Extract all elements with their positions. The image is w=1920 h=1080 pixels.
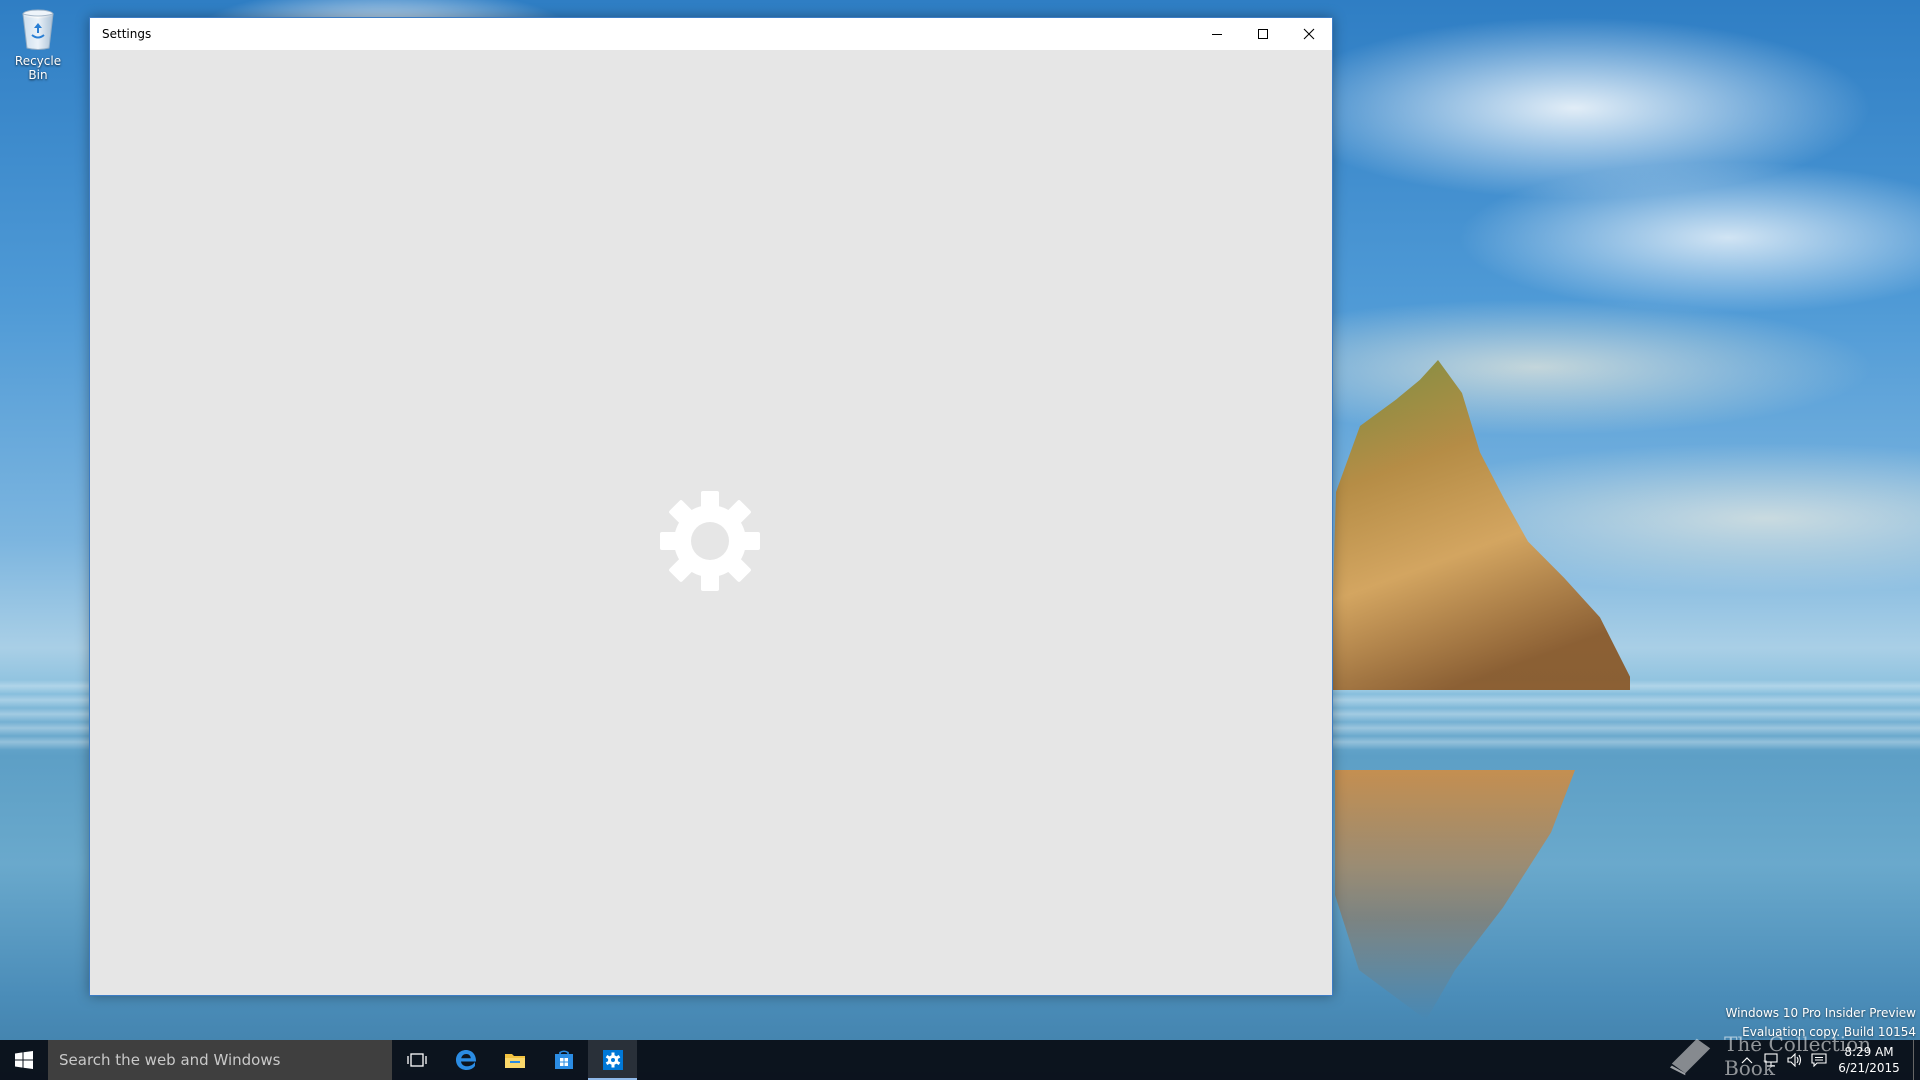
- recycle-bin-icon: [20, 8, 56, 50]
- wallpaper-cliff: [1330, 360, 1630, 690]
- watermark-edition: Windows 10 Pro Insider Preview: [1725, 1006, 1916, 1020]
- settings-window[interactable]: Settings: [89, 17, 1333, 996]
- window-titlebar[interactable]: Settings: [90, 18, 1332, 50]
- recycle-bin-label: Recycle Bin: [14, 54, 62, 82]
- start-button[interactable]: [0, 1040, 48, 1080]
- book-logo-icon: [1669, 1038, 1711, 1076]
- folder-icon: [504, 1054, 525, 1068]
- file-explorer-taskbar-button[interactable]: [490, 1040, 539, 1080]
- maximize-icon: [1258, 29, 1268, 39]
- store-taskbar-button[interactable]: [539, 1040, 588, 1080]
- maximize-button[interactable]: [1240, 18, 1286, 50]
- minimize-button[interactable]: [1194, 18, 1240, 50]
- window-title: Settings: [102, 27, 152, 41]
- minimize-icon: [1212, 34, 1222, 35]
- brand-watermark: The Collection Book: [1668, 1032, 1920, 1080]
- window-content: [90, 50, 1332, 995]
- edge-icon: [455, 1050, 476, 1070]
- task-view-button[interactable]: [392, 1040, 441, 1080]
- edge-taskbar-button[interactable]: [441, 1040, 490, 1080]
- settings-taskbar-button[interactable]: [588, 1040, 637, 1080]
- gear-icon: [660, 491, 760, 591]
- taskbar: Search the web and Windows 8:29 AM 6/21/…: [0, 1040, 1920, 1080]
- wallpaper-reflection: [1335, 770, 1575, 1020]
- recycle-bin-shortcut[interactable]: Recycle Bin: [4, 8, 72, 82]
- windows-logo-icon: [15, 1051, 33, 1069]
- gear-icon: [602, 1050, 623, 1070]
- task-view-icon: [406, 1053, 427, 1067]
- store-icon: [554, 1050, 573, 1069]
- close-button[interactable]: [1286, 18, 1332, 50]
- search-input[interactable]: Search the web and Windows: [48, 1040, 392, 1080]
- search-placeholder: Search the web and Windows: [59, 1051, 281, 1069]
- close-icon: [1303, 28, 1315, 40]
- brand-watermark-text: The Collection Book: [1724, 1032, 1872, 1080]
